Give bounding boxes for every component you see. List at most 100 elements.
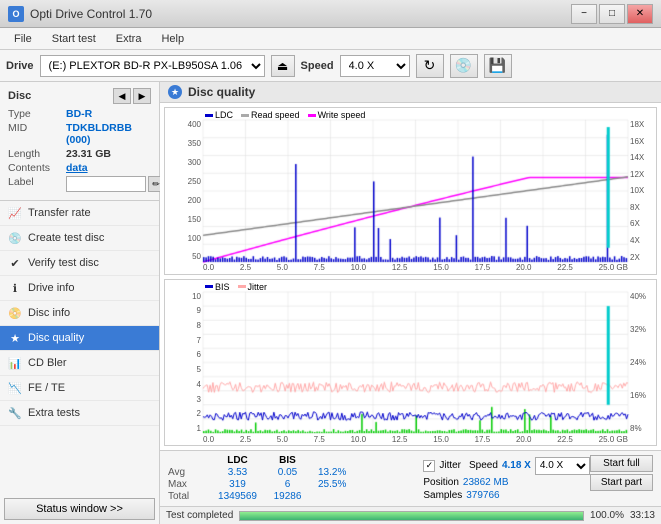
app-icon: O <box>8 6 24 22</box>
position-value: 23862 MB <box>463 477 509 488</box>
position-label: Position <box>423 477 459 488</box>
label-input[interactable] <box>66 176 146 192</box>
disc-panel-header: Disc ◀ ▶ <box>8 88 151 104</box>
cd-bler-icon: 📊 <box>8 356 22 370</box>
jitter-label: Jitter <box>439 460 461 471</box>
speed-select[interactable]: 4.0 X <box>340 55 410 77</box>
disc-label-label: Label <box>8 176 66 188</box>
menu-start-test[interactable]: Start test <box>44 31 104 47</box>
start-full-button[interactable]: Start full <box>590 455 653 472</box>
legend-bis-label: BIS <box>215 282 230 292</box>
sidebar-item-label: CD Bler <box>28 357 67 369</box>
row-avg-label: Avg <box>168 467 210 478</box>
eject-button[interactable]: ⏏ <box>271 55 295 77</box>
content-area: ★ Disc quality LDC Read speed <box>160 82 661 524</box>
progress-bar-fill <box>240 512 583 520</box>
menubar: File Start test Extra Help <box>0 28 661 50</box>
refresh-button[interactable]: ↻ <box>416 54 444 78</box>
label-input-row: ✏ <box>66 176 164 192</box>
sidebar-item-verify-test-disc[interactable]: ✔ Verify test disc <box>0 251 159 276</box>
row-total-label: Total <box>168 491 210 502</box>
disc-panel-icons: ◀ ▶ <box>113 88 151 104</box>
chart-bis-legend: BIS Jitter <box>205 282 267 292</box>
samples-label: Samples <box>423 490 462 501</box>
sidebar-item-cd-bler[interactable]: 📊 CD Bler <box>0 351 159 376</box>
stats-controls-section: ✓ Jitter Speed 4.18 X 4.0 X Position 238… <box>415 455 590 502</box>
jitter-row: ✓ Jitter Speed 4.18 X 4.0 X <box>423 457 590 475</box>
sidebar-item-fe-te[interactable]: 📉 FE / TE <box>0 376 159 401</box>
menu-extra[interactable]: Extra <box>108 31 150 47</box>
disc-mid-label: MID <box>8 122 66 134</box>
disc-icon-btn-2[interactable]: ▶ <box>133 88 151 104</box>
disc-mid-row: MID TDKBLDRBB (000) <box>8 122 151 146</box>
stats-panel: LDC BIS Avg 3.53 0.05 13.2% Max 319 6 <box>160 450 661 506</box>
close-button[interactable]: ✕ <box>627 4 653 24</box>
disc-contents-value[interactable]: data <box>66 162 88 174</box>
disc-panel-title: Disc <box>8 90 31 102</box>
drive-info-icon: ℹ <box>8 281 22 295</box>
speed-label: Speed <box>301 60 334 72</box>
legend-read-label: Read speed <box>251 110 300 120</box>
sidebar-item-label: Transfer rate <box>28 207 91 219</box>
legend-ldc: LDC <box>205 110 233 120</box>
start-part-button[interactable]: Start part <box>590 474 653 491</box>
status-window-button[interactable]: Status window >> <box>4 498 155 520</box>
chart-bis-canvas <box>165 280 656 446</box>
stats-full-row: LDC BIS Avg 3.53 0.05 13.2% Max 319 6 <box>168 455 653 502</box>
titlebar-left: O Opti Drive Control 1.70 <box>8 6 152 22</box>
samples-value: 379766 <box>466 490 499 501</box>
status-text: Test completed <box>166 510 233 521</box>
disc-label-row: Label ✏ <box>8 176 151 192</box>
transfer-rate-icon: 📈 <box>8 206 22 220</box>
maximize-button[interactable]: □ <box>599 4 625 24</box>
sidebar-item-disc-info[interactable]: 📀 Disc info <box>0 301 159 326</box>
sidebar-item-extra-tests[interactable]: 🔧 Extra tests <box>0 401 159 426</box>
sidebar-item-drive-info[interactable]: ℹ Drive info <box>0 276 159 301</box>
verify-test-disc-icon: ✔ <box>8 256 22 270</box>
speed-value: 4.18 X <box>502 460 531 471</box>
charts-container: LDC Read speed Write speed 400 350 300 <box>160 103 661 450</box>
titlebar-title: Opti Drive Control 1.70 <box>30 7 152 21</box>
chart-bis: BIS Jitter 10 9 8 7 6 5 4 3 2 <box>164 279 657 447</box>
fe-te-icon: 📉 <box>8 381 22 395</box>
col-ldc: LDC <box>210 455 265 466</box>
legend-jitter-color <box>238 285 246 288</box>
disc-length-value: 23.31 GB <box>66 148 111 160</box>
save-button[interactable]: 💾 <box>484 54 512 78</box>
disc-quality-icon: ★ <box>8 331 22 345</box>
disc-panel: Disc ◀ ▶ Type BD-R MID TDKBLDRBB (000) L… <box>0 82 159 201</box>
row-max-ldc: 319 <box>210 479 265 490</box>
menu-help[interactable]: Help <box>153 31 192 47</box>
stats-table-section: LDC BIS Avg 3.53 0.05 13.2% Max 319 6 <box>168 455 415 502</box>
sidebar-item-label: Verify test disc <box>28 257 99 269</box>
disc-button[interactable]: 💿 <box>450 54 478 78</box>
chart-title: Disc quality <box>188 85 255 99</box>
sidebar-item-create-test-disc[interactable]: 💿 Create test disc <box>0 226 159 251</box>
menu-file[interactable]: File <box>6 31 40 47</box>
jitter-checkbox[interactable]: ✓ <box>423 460 435 472</box>
disc-type-row: Type BD-R <box>8 108 151 120</box>
legend-read-speed: Read speed <box>241 110 300 120</box>
sidebar-item-transfer-rate[interactable]: 📈 Transfer rate <box>0 201 159 226</box>
sidebar-item-disc-quality[interactable]: ★ Disc quality <box>0 326 159 351</box>
speed-select-small[interactable]: 4.0 X <box>535 457 590 475</box>
legend-jitter: Jitter <box>238 282 268 292</box>
chart-icon: ★ <box>168 85 182 99</box>
legend-read-color <box>241 114 249 117</box>
legend-jitter-label: Jitter <box>248 282 268 292</box>
disc-icon-btn-1[interactable]: ◀ <box>113 88 131 104</box>
disc-contents-row: Contents data <box>8 162 151 174</box>
chart-ldc-legend: LDC Read speed Write speed <box>205 110 365 120</box>
row-avg-jitter: 13.2% <box>310 467 415 478</box>
sidebar-item-label: Disc quality <box>28 332 84 344</box>
row-max-label: Max <box>168 479 210 490</box>
drive-select[interactable]: (E:) PLEXTOR BD-R PX-LB950SA 1.06 <box>40 55 265 77</box>
row-avg-ldc: 3.53 <box>210 467 265 478</box>
disc-length-row: Length 23.31 GB <box>8 148 151 160</box>
minimize-button[interactable]: − <box>571 4 597 24</box>
action-btns: Start full Start part <box>590 455 653 502</box>
progress-bar-track <box>239 511 584 521</box>
sidebar-item-label: FE / TE <box>28 382 65 394</box>
progress-label: 100.0% <box>590 510 624 521</box>
disc-type-value: BD-R <box>66 108 92 120</box>
